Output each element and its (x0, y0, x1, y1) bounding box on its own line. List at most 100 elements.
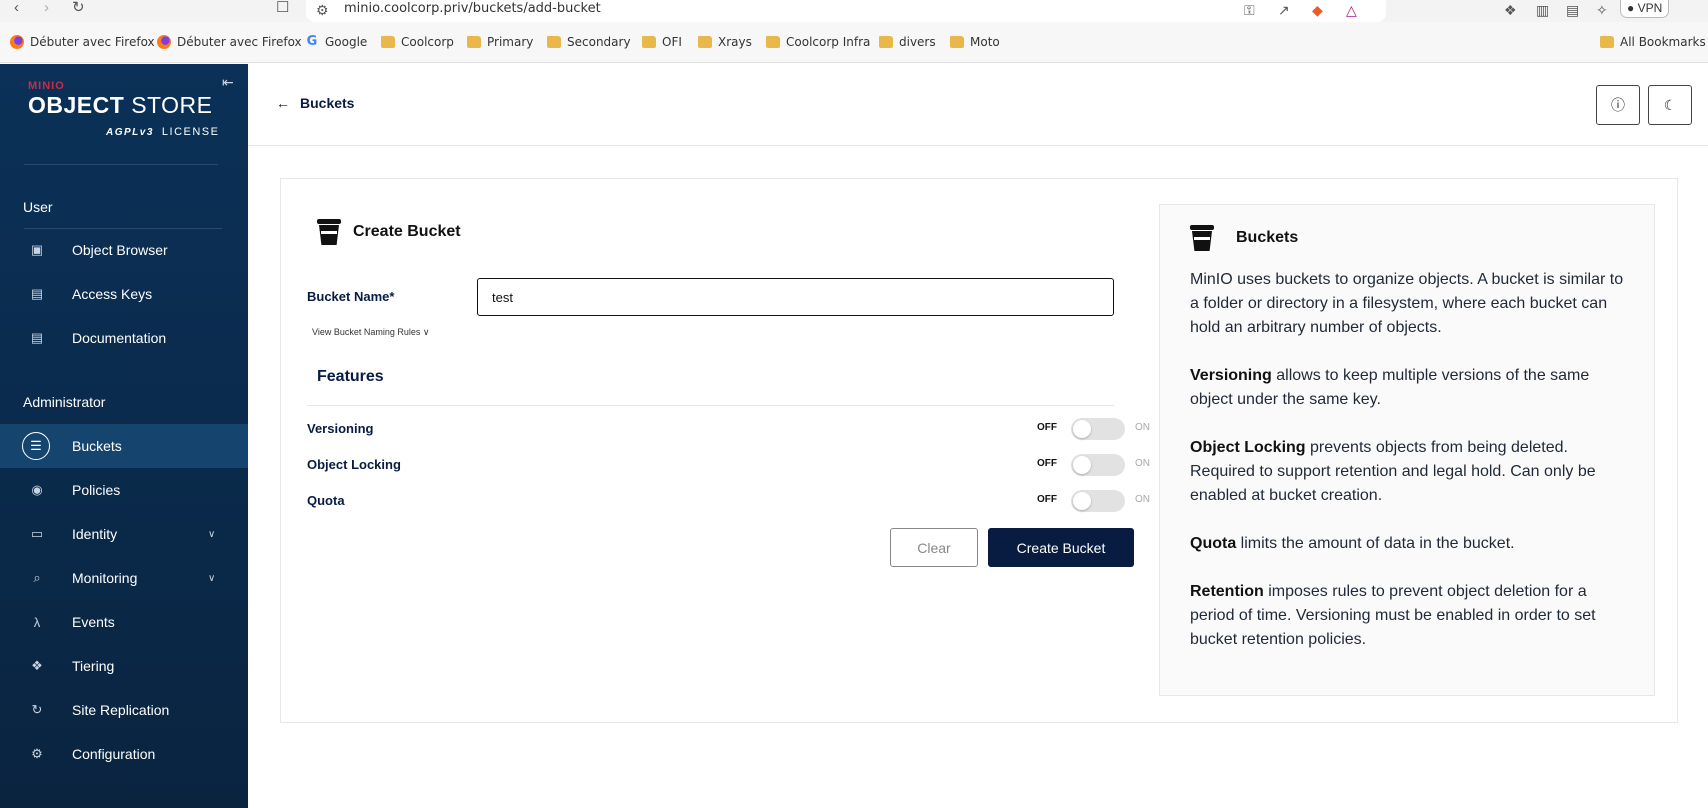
help-intro: MinIO uses buckets to organize objects. … (1190, 271, 1624, 336)
toggle-off-label: OFF (1037, 422, 1057, 433)
browser-toolbar: ‹ › ↻ ☐ ⚙ minio.coolcorp.priv/buckets/ad… (0, 0, 1708, 22)
feature-label: Versioning (307, 421, 374, 436)
moon-icon: ☾ (1663, 96, 1677, 113)
bucket-icon (317, 219, 341, 245)
vpn-button[interactable]: ● VPN (1620, 0, 1670, 18)
toggle-off-label: OFF (1037, 458, 1057, 469)
sidebar-item-monitoring[interactable]: ⌕ Monitoring ∨ (0, 556, 248, 600)
bucket-name-input[interactable] (477, 278, 1114, 316)
folder-icon (547, 36, 561, 48)
quota-toggle[interactable] (1071, 490, 1125, 512)
folder-icon (642, 36, 656, 48)
policies-icon: ◉ (31, 482, 43, 497)
sidebar-divider (24, 164, 218, 165)
create-bucket-title: Create Bucket (317, 219, 461, 245)
lambda-icon: λ (33, 614, 41, 630)
toggle-knob (1073, 420, 1091, 438)
back-nav-icon[interactable]: ‹ (14, 0, 19, 16)
tiering-icon: ❖ (31, 658, 43, 673)
all-bookmarks[interactable]: All Bookmarks (1600, 35, 1706, 49)
leo-ai-icon[interactable]: ✧ (1596, 2, 1608, 18)
sidebar-item-site-replication[interactable]: ↻ Site Replication (0, 688, 248, 732)
gear-icon: ⚙ (31, 746, 43, 761)
logo-title: OBJECT STORE (28, 92, 213, 118)
folder-icon (950, 36, 964, 48)
identity-icon: ▭ (30, 526, 44, 541)
brave-shield-icon[interactable]: ◆ (1312, 2, 1323, 18)
replication-icon: ↻ (31, 702, 43, 717)
extensions-icon[interactable]: ❖ (1504, 2, 1517, 18)
feature-row-object-locking: Object Locking OFF ON (307, 453, 1150, 477)
bookmark-item[interactable]: Secondary (547, 35, 631, 49)
bookmark-item[interactable]: Débuter avec Firefox (157, 35, 302, 49)
help-button[interactable]: ⓘ (1596, 85, 1640, 125)
bookmark-item[interactable]: OFI (642, 35, 682, 49)
help-title: Buckets (1190, 225, 1298, 251)
help-text: MinIO uses buckets to organize objects. … (1190, 268, 1630, 676)
dark-mode-button[interactable]: ☾ (1648, 85, 1692, 125)
bookmark-item[interactable]: Coolcorp Infra (766, 35, 870, 49)
folder-icon (381, 36, 395, 48)
bookmark-item[interactable]: divers (879, 35, 936, 49)
bookmarks-bar: Débuter avec Firefox Débuter avec Firefo… (0, 22, 1708, 63)
vpn-label: VPN (1637, 1, 1663, 15)
bucket-name-label: Bucket Name* (307, 289, 395, 304)
chevron-down-icon: ∨ (422, 327, 430, 337)
bookmark-item[interactable]: Primary (467, 35, 533, 49)
sidebar-item-object-browser[interactable]: ▣ Object Browser (0, 228, 248, 272)
toggle-on-label: ON (1135, 494, 1150, 505)
folder-icon (1600, 36, 1614, 48)
help-quota: Quota limits the amount of data in the b… (1190, 535, 1515, 552)
site-info-icon[interactable]: ⚙ (316, 2, 329, 18)
sidebar-item-configuration[interactable]: ⚙ Configuration (0, 732, 248, 776)
features-divider (307, 405, 1114, 406)
bookmark-item[interactable]: Xrays (698, 35, 752, 49)
create-bucket-card: Create Bucket Bucket Name* View Bucket N… (280, 178, 1678, 723)
access-keys-icon: ▤ (30, 286, 44, 301)
bookmark-item[interactable]: Coolcorp (381, 35, 454, 49)
sidebar-item-buckets[interactable]: ☰ Buckets (0, 424, 248, 468)
bookmark-item[interactable]: Moto (950, 35, 1000, 49)
back-to-buckets-link[interactable]: ← Buckets (276, 95, 354, 111)
collapse-sidebar-icon[interactable]: ⇤ (222, 74, 234, 91)
feature-row-quota: Quota OFF ON (307, 489, 1150, 513)
sidebar-item-policies[interactable]: ◉ Policies (0, 468, 248, 512)
arrow-left-icon: ← (276, 95, 290, 111)
sidebar-item-tiering[interactable]: ❖ Tiering (0, 644, 248, 688)
reload-icon[interactable]: ↻ (72, 0, 85, 16)
versioning-toggle[interactable] (1071, 418, 1125, 440)
rewards-icon[interactable]: △ (1346, 2, 1357, 18)
sidebar-section-administrator: Administrator (23, 394, 106, 410)
features-title: Features (317, 368, 384, 385)
sidebar-item-events[interactable]: λ Events (0, 600, 248, 644)
chevron-down-icon: ∨ (208, 572, 216, 584)
sidebar-item-access-keys[interactable]: ▤ Access Keys (0, 272, 248, 316)
url-text[interactable]: minio.coolcorp.priv/buckets/add-bucket (344, 1, 601, 16)
sidebar-item-documentation[interactable]: ▤ Documentation (0, 316, 248, 360)
buckets-help-panel: Buckets MinIO uses buckets to organize o… (1159, 204, 1655, 696)
feature-label: Quota (307, 493, 345, 508)
bookmark-item[interactable]: G Google (305, 35, 368, 50)
firefox-icon (10, 35, 24, 49)
minio-logo[interactable]: MINIO OBJECT STORE AGPLv3 LICENSE (28, 80, 218, 138)
toggle-on-label: ON (1135, 458, 1150, 469)
toggle-on-label: ON (1135, 422, 1150, 433)
help-retention: Retention imposes rules to prevent objec… (1190, 583, 1596, 648)
toggle-knob (1073, 492, 1091, 510)
bookmark-item[interactable]: Débuter avec Firefox (10, 35, 155, 49)
sidebar-item-identity[interactable]: ▭ Identity ∨ (0, 512, 248, 556)
wallet-icon[interactable]: ▤ (1566, 2, 1579, 18)
key-icon[interactable]: ⚿ (1244, 2, 1255, 18)
create-bucket-button[interactable]: Create Bucket (988, 528, 1134, 567)
sidebar-toggle-icon[interactable]: ▥ (1536, 2, 1549, 18)
share-icon[interactable]: ↗ (1278, 2, 1290, 18)
clear-button[interactable]: Clear (890, 528, 978, 567)
feature-label: Object Locking (307, 457, 401, 472)
help-circle-icon: ⓘ (1611, 97, 1625, 113)
object-locking-toggle[interactable] (1071, 454, 1125, 476)
logo-license: AGPLv3 LICENSE (106, 126, 220, 138)
bookmark-page-icon[interactable]: ☐ (276, 0, 289, 16)
bucket-naming-rules-link[interactable]: View Bucket Naming Rules ∨ (312, 327, 430, 338)
folder-icon (698, 36, 712, 48)
forward-nav-icon[interactable]: › (44, 0, 49, 16)
